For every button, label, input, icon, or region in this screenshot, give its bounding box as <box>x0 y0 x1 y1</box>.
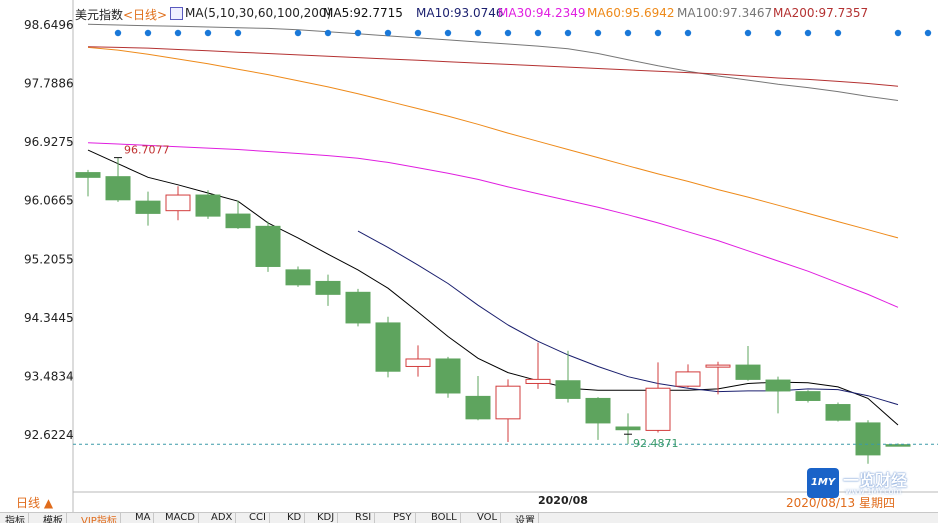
signal-dot <box>624 29 632 37</box>
ma-params[interactable]: MA(5,10,30,60,100,200) <box>185 6 331 20</box>
signal-dot <box>654 29 662 37</box>
signal-dot <box>834 29 842 37</box>
ma5-value: MA5:92.7715 <box>323 6 403 20</box>
y-tick-label: 93.4834 <box>24 369 74 383</box>
signal-dot <box>384 29 392 37</box>
indicator-icon[interactable] <box>170 7 183 20</box>
tab-2[interactable]: VIP指标 <box>78 513 121 523</box>
tab-1[interactable]: 模板 <box>40 513 67 523</box>
signal-dot <box>504 29 512 37</box>
tab-8[interactable]: KDJ <box>314 513 339 523</box>
tab-10[interactable]: PSY <box>390 513 416 523</box>
tab-5[interactable]: ADX <box>208 513 237 523</box>
tab-7[interactable]: KD <box>284 513 306 523</box>
candle[interactable] <box>345 288 371 327</box>
signal-dot <box>804 29 812 37</box>
tab-6[interactable]: CCI <box>246 513 270 523</box>
signal-dot <box>444 29 452 37</box>
candle[interactable] <box>435 356 461 398</box>
ma200-value: MA200:97.7357 <box>773 6 869 20</box>
candle[interactable] <box>825 402 851 422</box>
instrument-title: 美元指数 <box>75 8 124 22</box>
tab-9[interactable]: RSI <box>352 513 376 523</box>
signal-dot <box>684 29 692 37</box>
y-tick-label: 96.9275 <box>24 135 74 149</box>
signal-dot <box>144 29 152 37</box>
y-tick-label: 92.6224 <box>24 428 74 442</box>
signal-dot <box>564 29 572 37</box>
price-chart[interactable]: 98.6496 97.7886 96.9275 96.0665 95.2055 94.34… <box>0 0 938 522</box>
x-date-label: 2020/08 <box>538 494 588 507</box>
candle[interactable] <box>375 316 401 378</box>
candle[interactable] <box>795 390 821 403</box>
signal-dot <box>414 29 422 37</box>
ma60-value: MA60:95.6942 <box>587 6 675 20</box>
signal-dot <box>924 29 932 37</box>
candle[interactable] <box>285 266 311 287</box>
logo-url: www.1MY.com <box>845 487 902 496</box>
logo-mark: 1MY <box>807 468 839 498</box>
signal-dot <box>114 29 122 37</box>
tab-3[interactable]: MA <box>132 513 155 523</box>
signal-dot <box>324 29 332 37</box>
ma100-value: MA100:97.3467 <box>677 6 773 20</box>
indicator-tab-bar: 指标 模板 VIP指标 MA MACD ADX CCI KD KDJ RSI PSY BOLL VOL 设… <box>0 512 938 523</box>
signal-dot <box>594 29 602 37</box>
signal-dot <box>234 29 242 37</box>
candle[interactable] <box>255 221 281 272</box>
y-tick-label: 98.6496 <box>24 18 74 32</box>
tab-13[interactable]: 设置 <box>512 513 539 523</box>
high-annotation: 96.7077 <box>124 144 170 157</box>
candle[interactable] <box>195 190 221 219</box>
signal-dot <box>204 29 212 37</box>
y-tick-label: 96.0665 <box>24 194 74 208</box>
signal-dot <box>294 29 302 37</box>
low-annotation: 92.4871 <box>633 437 679 450</box>
y-tick-label: 95.2055 <box>24 252 74 266</box>
ma30-value: MA30:94.2349 <box>498 6 586 20</box>
period-label[interactable]: <日线> <box>123 6 167 23</box>
tab-12[interactable]: VOL <box>474 513 502 523</box>
tab-4[interactable]: MACD <box>162 513 199 523</box>
signal-dot <box>534 29 542 37</box>
ma10-value: MA10:93.0746 <box>416 6 504 20</box>
tab-11[interactable]: BOLL <box>428 513 461 523</box>
signal-dot <box>474 29 482 37</box>
signal-dot <box>774 29 782 37</box>
signal-dot <box>354 29 362 37</box>
signal-dot <box>744 29 752 37</box>
signal-dot <box>894 29 902 37</box>
y-tick-label: 94.3445 <box>24 311 74 325</box>
signal-dot <box>174 29 182 37</box>
tab-0[interactable]: 指标 <box>2 513 29 523</box>
period-button[interactable]: 日线 ▲ <box>16 494 53 511</box>
site-logo: 1MY 一览财经 www.1MY.com <box>807 468 925 498</box>
y-tick-label: 97.7886 <box>24 77 74 91</box>
